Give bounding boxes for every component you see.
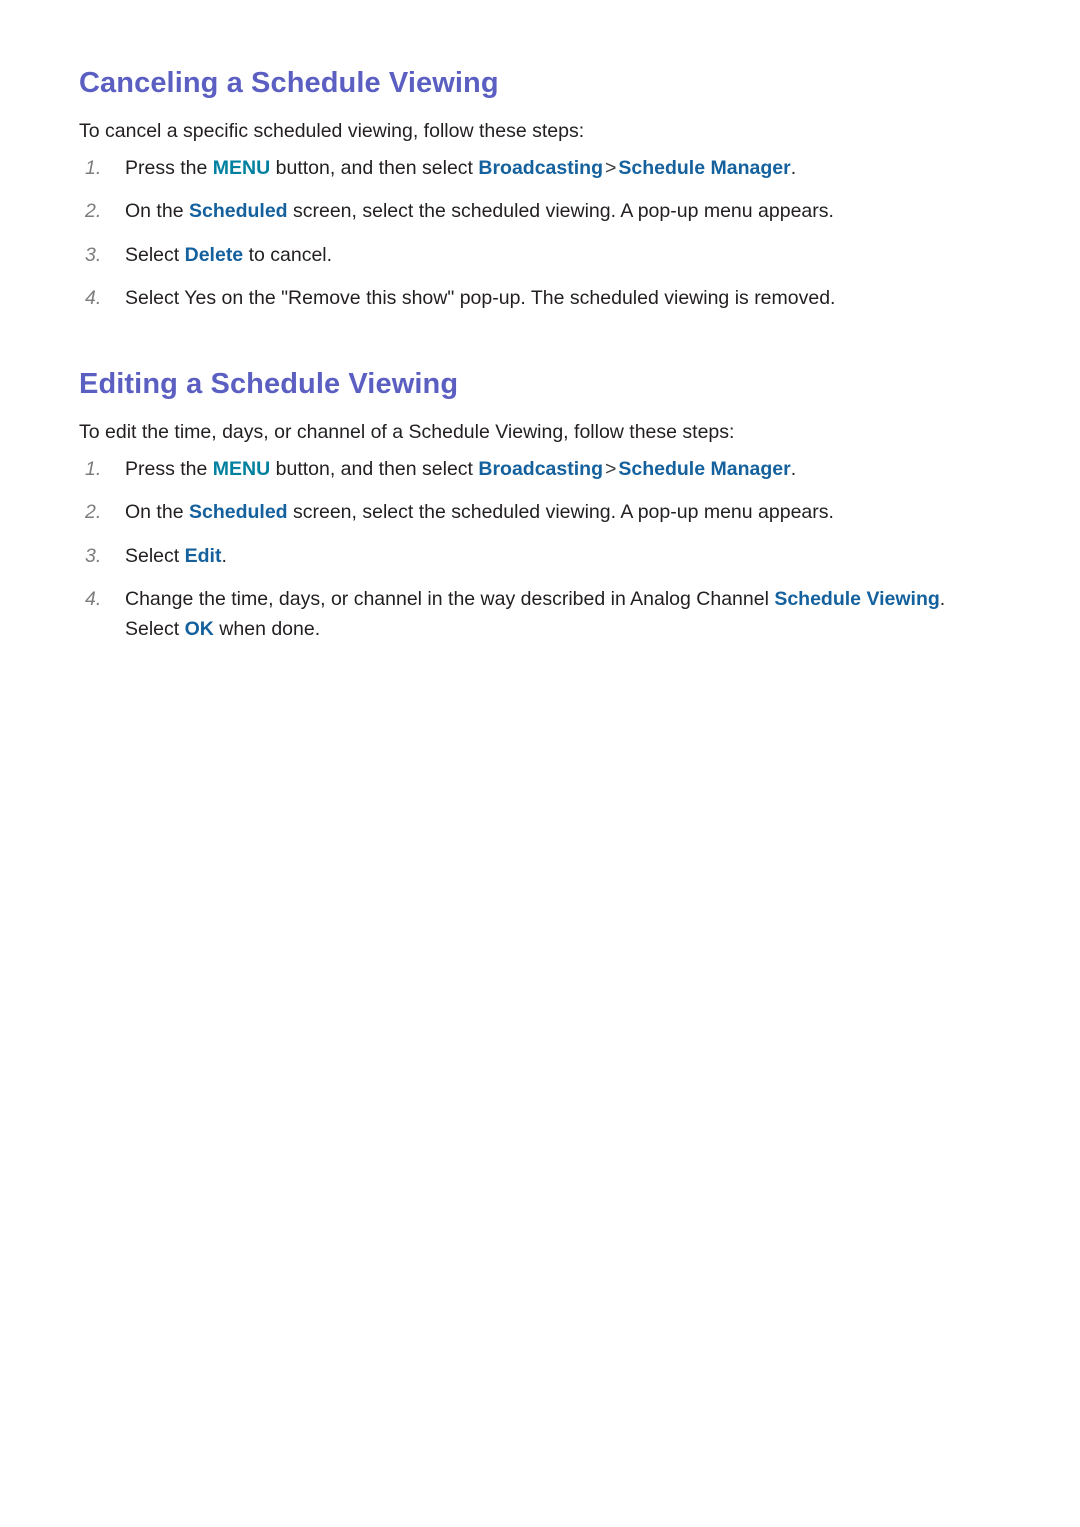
step-item: 2. On the Scheduled screen, select the sc…	[79, 497, 1001, 527]
step-text: Change the time, days, or channel in the…	[125, 587, 946, 640]
step-text: On the Scheduled screen, select the sche…	[125, 501, 834, 524]
step-text: On the Scheduled screen, select the sche…	[125, 200, 834, 223]
document-page: Canceling a Schedule Viewing To cancel a…	[0, 0, 1080, 1527]
page-title: Editing a Schedule Viewing	[79, 367, 459, 400]
step-number: 1.	[85, 458, 102, 481]
step-number: 3.	[85, 544, 102, 567]
step-text: Select Yes on the "Remove this show" pop…	[125, 286, 836, 309]
step-number: 2.	[85, 501, 102, 524]
step-number: 3.	[85, 243, 102, 266]
steps-list: 1. Press the MENU button, and then select…	[79, 445, 1001, 644]
highlighted-term: Edit	[184, 544, 222, 567]
step-text: Press the MENU button, and then select B…	[125, 157, 797, 180]
highlighted-term: Schedule Manager	[618, 458, 791, 481]
step-text: Press the MENU button, and then select B…	[125, 458, 797, 481]
highlighted-term: OK	[184, 617, 214, 640]
step-text: Select Edit.	[125, 544, 227, 567]
highlighted-term: Schedule Viewing	[774, 587, 940, 610]
section-intro-text: To edit the time, days, or channel of a …	[79, 420, 735, 443]
step-number: 2.	[85, 200, 102, 223]
highlighted-term: Broadcasting	[478, 458, 603, 481]
section-editing-schedule-viewing: Editing a Schedule Viewing To edit the t…	[79, 313, 1001, 644]
section-canceling-schedule-viewing: Canceling a Schedule Viewing To cancel a…	[79, 0, 1001, 313]
highlighted-term: MENU	[212, 458, 271, 481]
section-intro-text: To cancel a specific scheduled viewing, …	[79, 119, 585, 142]
highlighted-term: Scheduled	[188, 200, 288, 223]
step-item: 3. Select Delete to cancel.	[79, 240, 1001, 270]
step-item: 4. Change the time, days, or channel in t…	[79, 584, 1001, 644]
step-number: 1.	[85, 157, 102, 180]
step-number: 4.	[85, 587, 102, 610]
path-separator-icon: >	[604, 458, 617, 481]
highlighted-term: Schedule Manager	[618, 157, 791, 180]
step-item: 4. Select Yes on the "Remove this show" p…	[79, 283, 1001, 313]
steps-list: 1. Press the MENU button, and then select…	[79, 144, 1001, 313]
path-separator-icon: >	[604, 157, 617, 180]
step-text: Select Delete to cancel.	[125, 243, 333, 266]
step-item: 2. On the Scheduled screen, select the sc…	[79, 196, 1001, 226]
highlighted-term: Delete	[184, 243, 244, 266]
step-number: 4.	[85, 286, 102, 309]
highlighted-term: Broadcasting	[478, 157, 603, 180]
highlighted-term: MENU	[212, 157, 271, 180]
page-title: Canceling a Schedule Viewing	[79, 67, 499, 99]
step-item: 3. Select Edit.	[79, 541, 1001, 571]
highlighted-term: Scheduled	[188, 501, 288, 524]
step-item: 1. Press the MENU button, and then select…	[79, 153, 1001, 183]
step-item: 1. Press the MENU button, and then select…	[79, 454, 1001, 484]
